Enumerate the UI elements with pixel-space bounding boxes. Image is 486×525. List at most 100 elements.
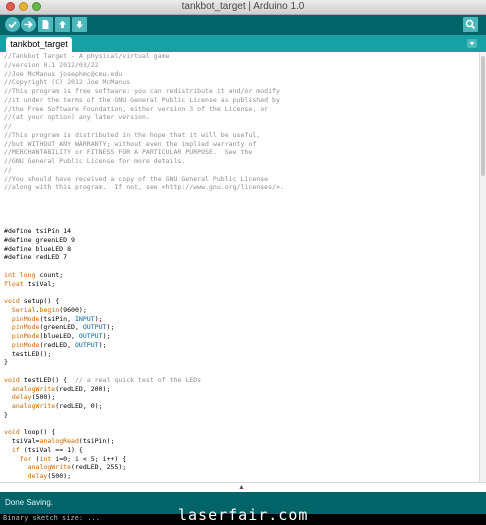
- code-token: );: [106, 323, 115, 332]
- code-line: //Tankbot Target - A physical/virtual ga…: [4, 52, 284, 61]
- code-line: for (int i=0; i < 5; i++) {: [4, 455, 284, 464]
- code-token: analogRead: [39, 437, 79, 445]
- new-button[interactable]: [38, 17, 53, 32]
- code-line: pinMode(redLED, OUTPUT);: [4, 341, 284, 350]
- editor-scrollbar[interactable]: [479, 52, 486, 482]
- code-token: //MERCHANTABILITY or FITNESS FOR A PARTI…: [4, 148, 253, 157]
- code-token: testLED() {: [19, 375, 75, 384]
- code-token: (blueLED,: [39, 332, 79, 340]
- upload-button[interactable]: [21, 17, 36, 32]
- code-line: //You should have received a copy of the…: [4, 175, 284, 184]
- code-line: analogWrite(redLED, 0);: [4, 402, 284, 411]
- code-line: float tsiVal;: [4, 280, 284, 289]
- code-line: //: [4, 166, 284, 175]
- code-token: for: [19, 454, 32, 463]
- code-line: //MERCHANTABILITY or FITNESS FOR A PARTI…: [4, 148, 284, 157]
- code-token: );: [98, 340, 107, 349]
- code-token: //the Free Software Foundation, either v…: [4, 104, 269, 113]
- code-token: int: [39, 454, 52, 463]
- code-token: begin: [39, 305, 60, 314]
- new-file-icon: [42, 20, 49, 29]
- code-line: //This program is free software: you can…: [4, 87, 284, 96]
- window-title: tankbot_target | Arduino 1.0: [181, 1, 305, 12]
- code-line: void testLED() { // a real quick test of…: [4, 376, 284, 385]
- code-line: //(at your option) any later version.: [4, 113, 284, 122]
- code-token: long: [19, 270, 36, 279]
- code-line: //Joe McManus josephmc@cmu.edu: [4, 70, 284, 79]
- check-icon: [8, 21, 17, 29]
- code-token: tsiVal=: [4, 437, 40, 445]
- code-token: (redLED, 0);: [55, 402, 103, 410]
- code-token: pinMode: [11, 314, 40, 323]
- code-line: delay(500);: [4, 472, 284, 481]
- code-token: // a real quick test of the LEDs: [74, 375, 202, 384]
- tab-menu-button[interactable]: [467, 39, 477, 48]
- code-token: OUTPUT: [74, 340, 99, 349]
- code-line: analogWrite(redLED, 200);: [4, 385, 284, 394]
- code-token: (tsiPin,: [39, 314, 75, 323]
- code-line: //it under the terms of the GNU General …: [4, 96, 284, 105]
- code-line: tsiVal=analogRead(tsiPin);: [4, 437, 284, 446]
- code-token: Serial: [11, 305, 36, 314]
- code-token: (tsiVal == 1) {: [19, 445, 83, 454]
- scrollbar-thumb[interactable]: [481, 56, 485, 176]
- up-arrow-icon: [59, 20, 66, 28]
- code-line: pinMode(tsiPin, INPUT);: [4, 315, 284, 324]
- code-token: INPUT: [74, 314, 95, 323]
- open-button[interactable]: [55, 17, 70, 32]
- code-token: #define greenLED 9: [4, 235, 75, 244]
- code-token: );: [94, 314, 103, 323]
- code-token: );: [102, 332, 111, 340]
- code-line: int long count;: [4, 271, 284, 280]
- code-token: //along with this program. If not, see <…: [4, 183, 284, 192]
- save-button[interactable]: [72, 17, 87, 32]
- tab-tankbot-target[interactable]: tankbot_target: [6, 37, 72, 52]
- code-line: //the Free Software Foundation, either v…: [4, 105, 284, 114]
- code-token: #define blueLED 8: [4, 244, 72, 253]
- code-line: //along with this program. If not, see <…: [4, 183, 284, 192]
- code-token: #define redLED 7: [4, 253, 68, 262]
- code-line: void loop() {: [4, 428, 284, 437]
- serial-monitor-button[interactable]: [463, 17, 478, 32]
- code-line: #define greenLED 9: [4, 236, 284, 245]
- code-token: //Tankbot Target - A physical/virtual ga…: [4, 52, 170, 60]
- code-token: (9600);: [59, 305, 87, 314]
- code-line: //This program is distributed in the hop…: [4, 131, 284, 140]
- verify-button[interactable]: [5, 17, 20, 32]
- caret-up-icon: ▲: [238, 484, 245, 491]
- code-editor[interactable]: //Tankbot Target - A physical/virtual ga…: [0, 52, 486, 482]
- console-text: Binary sketch size: ...: [3, 514, 100, 522]
- code-line: //but WITHOUT ANY WARRANTY; without even…: [4, 140, 284, 149]
- down-arrow-icon: [76, 21, 83, 29]
- code-token: pinMode: [11, 332, 40, 340]
- code-line: testLED();: [4, 350, 284, 359]
- code-token: analogWrite: [27, 463, 72, 472]
- code-line: pinMode(greenLED, OUTPUT);: [4, 323, 284, 332]
- code-line: //Copyright (C) 2012 Joe McManus: [4, 78, 284, 87]
- code-token: //: [4, 165, 12, 174]
- editor-console-divider[interactable]: ▲: [0, 482, 486, 492]
- code-token: count;: [35, 270, 64, 279]
- code-token: //(at your option) any later version.: [4, 113, 150, 122]
- code-token: OUTPUT: [78, 332, 103, 340]
- code-line: #define blueLED 8: [4, 245, 284, 254]
- code-line: delay(500);: [4, 393, 284, 402]
- code-token: #define tsiPin 14: [4, 227, 72, 235]
- code-token: void: [4, 375, 20, 384]
- code-token: (redLED, 200);: [55, 384, 111, 393]
- code-token: //Joe McManus josephmc@cmu.edu: [4, 69, 123, 78]
- code-token: (500);: [47, 472, 72, 480]
